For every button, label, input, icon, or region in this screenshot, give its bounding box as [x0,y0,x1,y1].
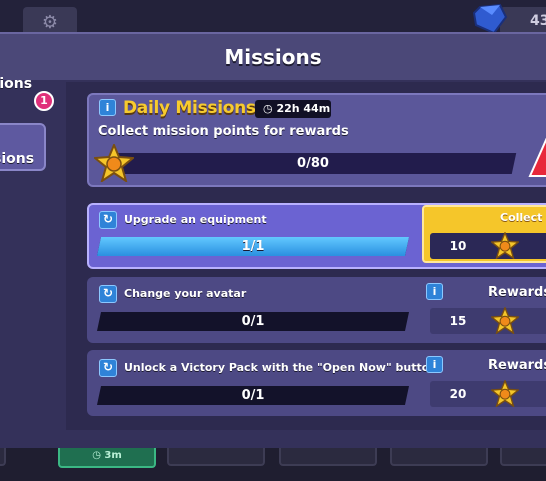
bottom-slot[interactable] [500,448,546,466]
clock-icon: ◷ [263,102,277,115]
star-icon [94,144,134,182]
reward-points: 20 [449,387,467,401]
rewards-label: Rewards [488,285,546,300]
gear-icon: ⚙ [41,11,59,33]
mission-label: Change your avatar [124,287,247,300]
mission-label: Upgrade an equipment [124,213,267,226]
gem-count: 43 [530,13,546,29]
timer-badge: ◷ 22h 44m [255,100,331,118]
star-icon [491,307,519,334]
modal-header: Missions [0,34,546,80]
tab-label-line2: sions [0,151,35,167]
reward-slot [528,233,546,259]
tab-label-line1: y [0,56,46,75]
reward-slot [524,381,546,407]
clock-icon: ◷ [92,450,105,461]
reward-slot [524,308,546,334]
refresh-icon[interactable]: ↻ [99,359,117,377]
mission-progress-text: 1/1 [241,239,265,254]
info-button[interactable]: i [426,283,443,300]
tab-label-line1: t [0,131,44,150]
refresh-icon[interactable]: ↻ [99,211,117,229]
bottom-slot[interactable] [279,448,377,466]
top-bar [0,0,546,36]
bottom-timer-slot[interactable]: ◷ 3m [58,448,156,468]
mission-progress-text: 0/1 [241,388,265,403]
timer-text: 22h 44m [276,102,331,115]
reward-points: 15 [449,314,467,328]
collect-label: Collect [500,211,543,224]
reward-chest-icon[interactable] [526,138,546,178]
tab-event-missions[interactable]: t sions [0,123,46,171]
gem-icon [472,3,508,35]
bottom-slot[interactable] [167,448,265,466]
rewards-label: Rewards [488,358,546,373]
daily-subtitle: Collect mission points for rewards [98,124,349,139]
daily-progress-text: 0/80 [297,156,329,171]
info-button[interactable]: i [99,99,116,116]
notification-badge: 1 [34,91,54,111]
refresh-icon[interactable]: ↻ [99,285,117,303]
bottom-slot[interactable] [0,448,6,466]
star-icon [491,232,519,259]
bottom-slot[interactable] [390,448,488,466]
daily-missions-title: Daily Missions [123,98,256,118]
mission-label: Unlock a Victory Pack with the "Open Now… [124,361,438,374]
modal-title: Missions [224,45,322,69]
info-button[interactable]: i [426,356,443,373]
bottom-timer-text: 3m [104,450,122,461]
info-icon: i [432,358,437,371]
info-icon: i [105,101,110,114]
info-icon: i [432,285,437,298]
star-icon [491,380,519,407]
mission-progress-text: 0/1 [241,314,265,329]
reward-points: 10 [449,239,467,253]
